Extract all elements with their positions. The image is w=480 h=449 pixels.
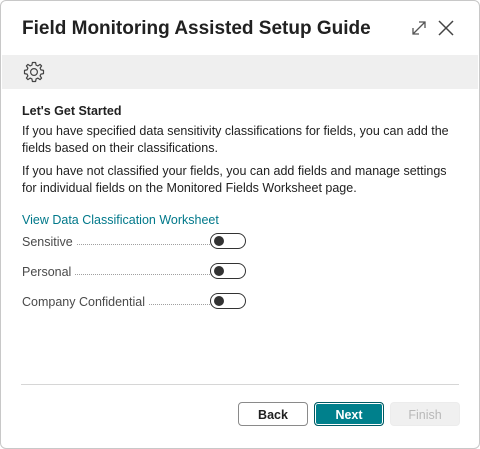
- field-label: Sensitive: [22, 235, 76, 249]
- sensitive-toggle[interactable]: [210, 233, 246, 249]
- toggle-knob: [214, 296, 224, 306]
- finish-button[interactable]: Finish: [390, 402, 460, 426]
- next-button[interactable]: Next: [314, 402, 384, 426]
- back-button[interactable]: Back: [238, 402, 308, 426]
- dialog-titlebar: Field Monitoring Assisted Setup Guide: [1, 1, 479, 55]
- dialog-content: Let's Get Started If you have specified …: [22, 103, 462, 229]
- classification-fields: Sensitive Personal Company Confidential: [22, 231, 252, 321]
- field-label: Company Confidential: [22, 295, 148, 309]
- gear-icon: [23, 61, 45, 83]
- field-row-personal: Personal: [22, 261, 252, 291]
- footer-divider: [21, 384, 459, 385]
- dialog-title: Field Monitoring Assisted Setup Guide: [22, 18, 371, 39]
- personal-toggle[interactable]: [210, 263, 246, 279]
- close-icon: [438, 20, 454, 36]
- info-paragraph: If you have not classified your fields, …: [22, 164, 447, 195]
- company-confidential-toggle[interactable]: [210, 293, 246, 309]
- view-data-classification-link[interactable]: View Data Classification Worksheet: [22, 212, 219, 229]
- field-row-company-confidential: Company Confidential: [22, 291, 252, 321]
- dialog-toolbar: [2, 55, 478, 89]
- intro-paragraph: If you have specified data sensitivity c…: [22, 124, 449, 155]
- field-label: Personal: [22, 265, 75, 279]
- expand-icon: [412, 21, 426, 35]
- expand-button[interactable]: [407, 16, 431, 40]
- toggle-knob: [214, 236, 224, 246]
- field-row-sensitive: Sensitive: [22, 231, 252, 261]
- settings-button[interactable]: [22, 60, 46, 84]
- setup-dialog: Field Monitoring Assisted Setup Guide Le…: [0, 0, 480, 449]
- section-heading: Let's Get Started: [22, 104, 122, 118]
- toggle-knob: [214, 266, 224, 276]
- close-button[interactable]: [434, 16, 458, 40]
